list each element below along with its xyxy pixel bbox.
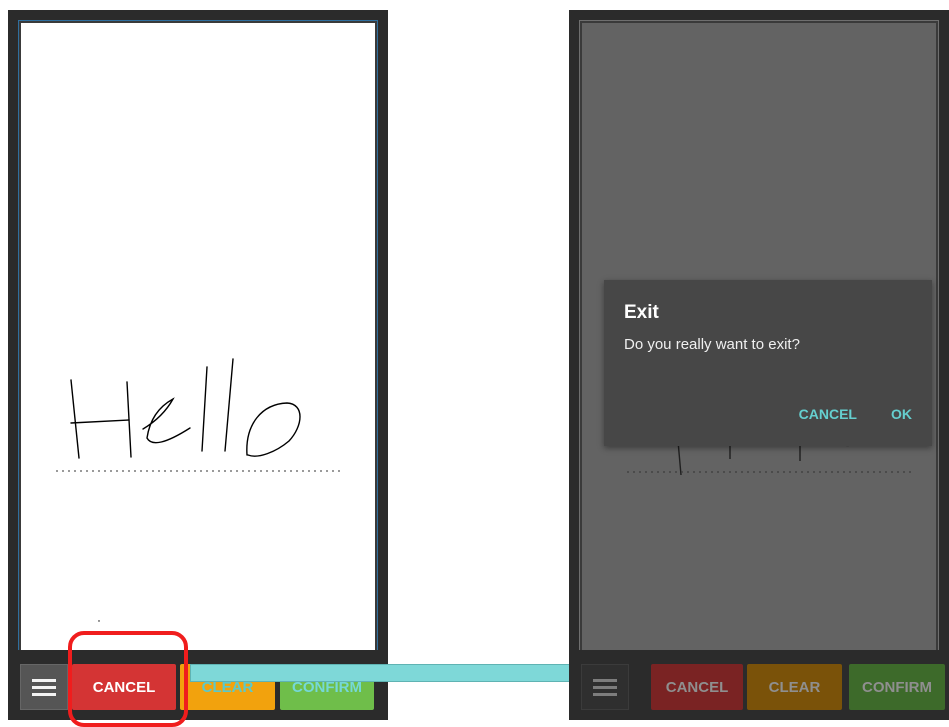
dialog-actions: CANCEL OK: [799, 406, 912, 422]
bottom-action-bar: CANCEL CLEAR CONFIRM: [8, 650, 388, 720]
dialog-title: Exit: [624, 302, 659, 323]
handwriting-hello-drawing: [70, 358, 301, 622]
confirm-button-dimmed[interactable]: CONFIRM: [849, 664, 945, 710]
signature-screen-left: CANCEL CLEAR CONFIRM: [8, 10, 388, 720]
bottom-action-bar-dimmed: CANCEL CLEAR CONFIRM: [569, 650, 949, 720]
menu-icon[interactable]: [20, 664, 68, 710]
arrow-right-icon: [190, 664, 578, 682]
signature-screen-right: Exit Do you really want to exit? CANCEL …: [569, 10, 949, 720]
signature-canvas[interactable]: [18, 20, 378, 656]
dim-signature-baseline: [627, 471, 911, 473]
handwriting-svg: [56, 358, 340, 622]
clear-button-dimmed[interactable]: CLEAR: [747, 664, 842, 710]
cancel-button-dimmed[interactable]: CANCEL: [651, 664, 743, 710]
signature-baseline: [56, 470, 340, 472]
dialog-message: Do you really want to exit?: [624, 336, 800, 353]
dialog-ok-button[interactable]: OK: [891, 406, 912, 422]
menu-icon[interactable]: [581, 664, 629, 710]
cancel-button[interactable]: CANCEL: [72, 664, 176, 710]
dialog-cancel-button[interactable]: CANCEL: [799, 406, 857, 422]
exit-dialog: Exit Do you really want to exit? CANCEL …: [604, 280, 932, 446]
